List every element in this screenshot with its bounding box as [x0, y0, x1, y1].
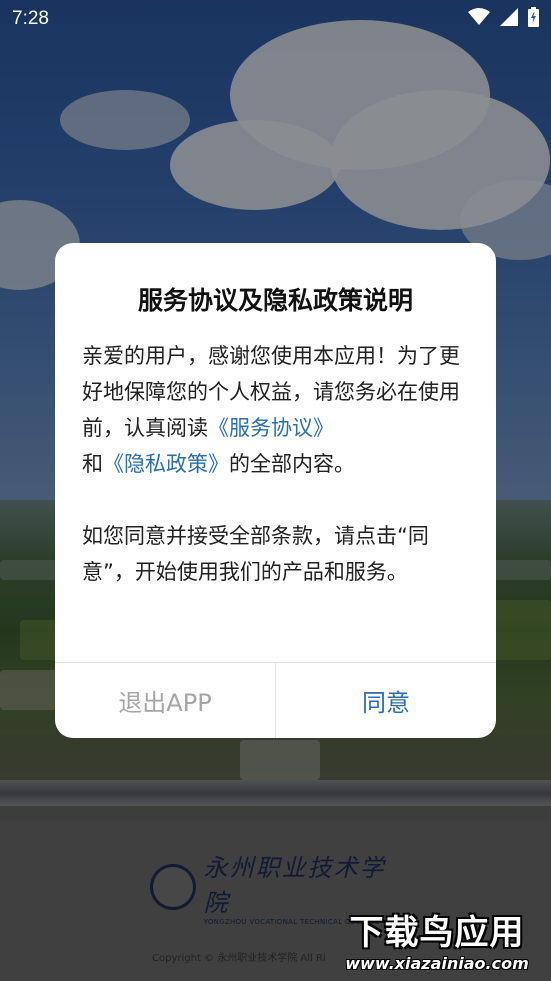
dialog-body: 亲爱的用户，感谢您使用本应用！为了更好地保障您的个人权益，请您务必在使用前，认真… — [82, 338, 474, 590]
privacy-policy-link[interactable]: 《隐私政策》 — [103, 452, 229, 476]
status-bar: 7:28 — [0, 0, 551, 38]
battery-icon — [528, 7, 539, 31]
paragraph-text: 和 — [82, 452, 103, 476]
privacy-dialog: 服务协议及隐私政策说明 亲爱的用户，感谢您使用本应用！为了更好地保障您的个人权益… — [55, 243, 496, 738]
signal-icon — [500, 8, 518, 30]
dialog-paragraph-1: 亲爱的用户，感谢您使用本应用！为了更好地保障您的个人权益，请您务必在使用前，认真… — [82, 338, 474, 482]
paragraph-text: 的全部内容。 — [229, 452, 355, 476]
watermark-text: 下载鸟应用 — [349, 913, 525, 953]
dialog-paragraph-2: 如您同意并接受全部条款，请点击“同意”，开始使用我们的产品和服务。 — [82, 524, 429, 584]
wifi-icon — [468, 8, 490, 30]
exit-app-button[interactable]: 退出APP — [55, 663, 276, 738]
status-time: 7:28 — [12, 8, 49, 29]
service-agreement-link[interactable]: 《服务协议》 — [208, 416, 334, 440]
dialog-title: 服务协议及隐私政策说明 — [137, 286, 413, 315]
watermark: 下载鸟应用 www.xiazainiao.com — [326, 900, 548, 978]
dialog-button-row: 退出APP 同意 — [55, 662, 496, 738]
agree-button[interactable]: 同意 — [276, 663, 496, 738]
watermark-url: www.xiazainiao.com — [345, 954, 529, 973]
